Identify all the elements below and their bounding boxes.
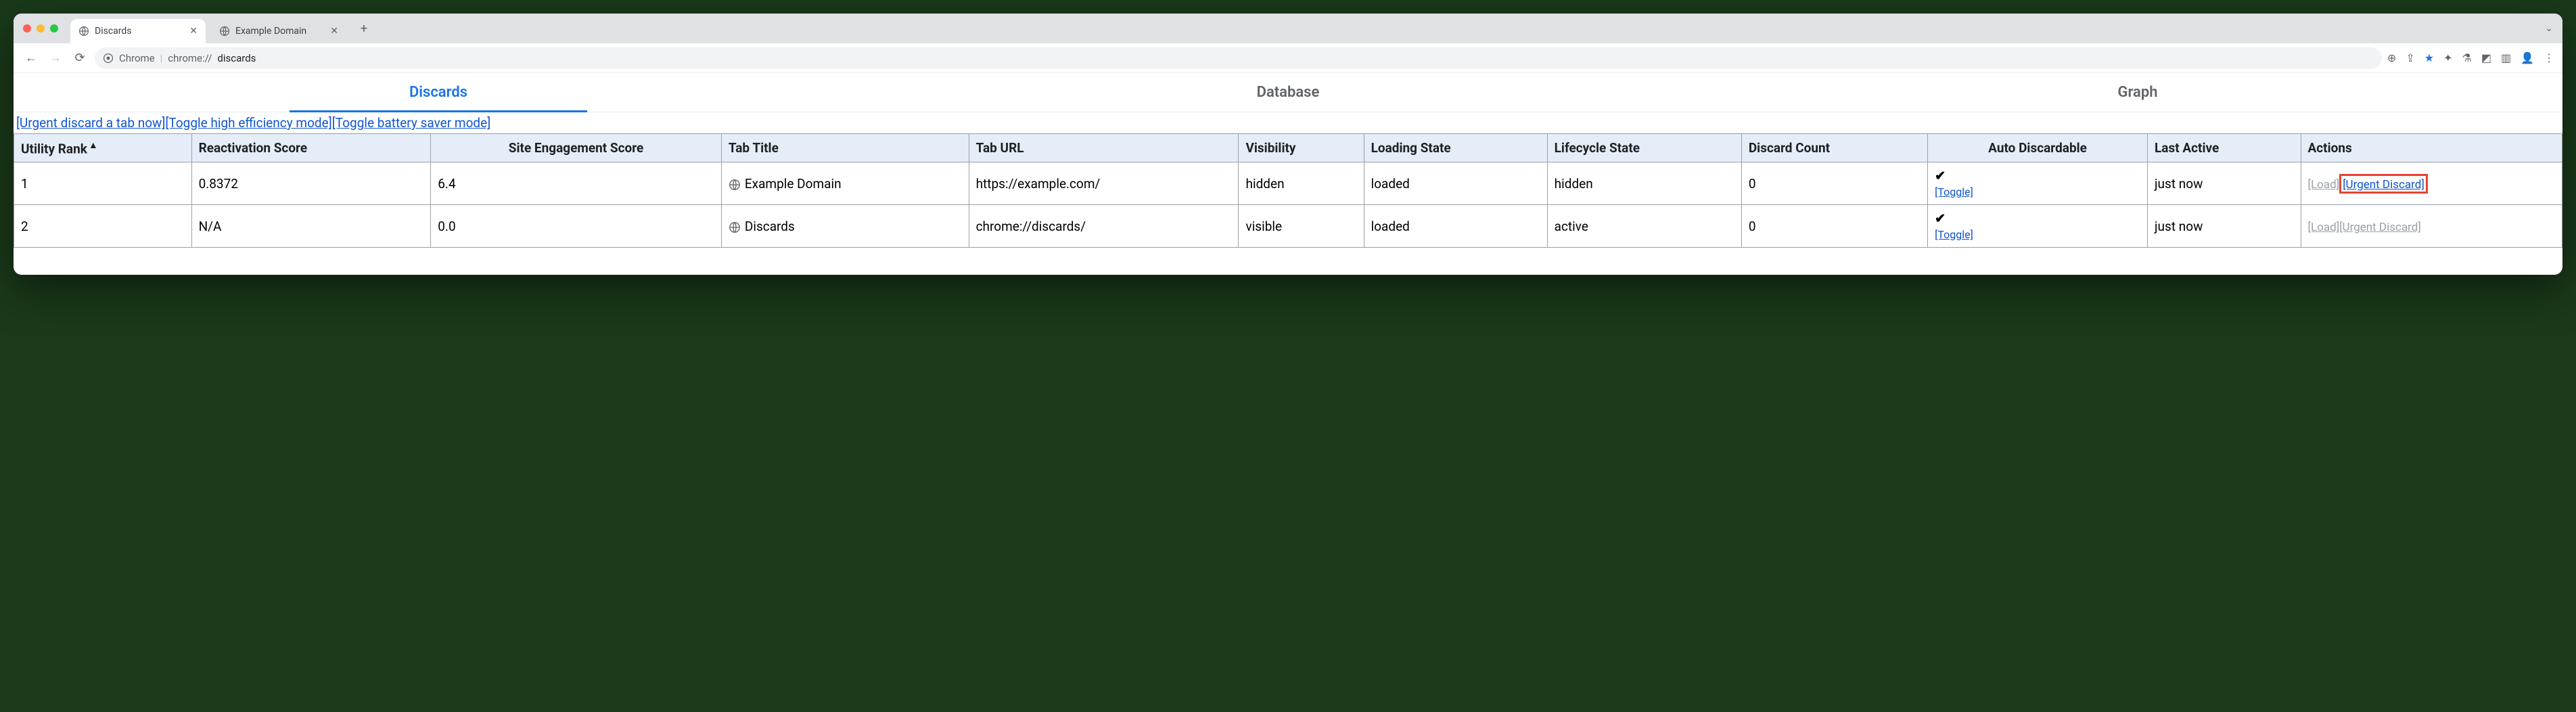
labs-icon[interactable]: ⚗ — [2462, 51, 2471, 64]
urgent-discard-action[interactable]: [Urgent Discard] — [2343, 178, 2424, 192]
toggle-auto-link[interactable]: [Toggle] — [1935, 185, 1973, 198]
address-bar[interactable]: Chrome | chrome:// discards — [95, 47, 2382, 69]
col-visibility[interactable]: Visibility — [1239, 134, 1364, 162]
col-engagement[interactable]: Site Engagement Score — [431, 134, 722, 162]
cell-reactivation: N/A — [191, 205, 431, 248]
page-content: Discards Database Graph [Urgent discard … — [14, 73, 2562, 275]
cell-loading: loaded — [1364, 162, 1547, 205]
tab-title: Example Domain — [235, 26, 306, 37]
page-tabs: Discards Database Graph — [14, 73, 2562, 112]
cell-auto-discardable: ✔ [Toggle] — [1928, 162, 2148, 205]
cell-engagement: 6.4 — [431, 162, 722, 205]
cell-lifecycle: hidden — [1547, 162, 1741, 205]
profile-icon[interactable]: 👤 — [2521, 51, 2534, 64]
globe-icon — [729, 179, 741, 191]
close-window-button[interactable] — [23, 24, 31, 32]
chrome-icon — [103, 53, 114, 64]
cell-tab-title: Discards — [721, 205, 969, 248]
forward-button[interactable]: → — [46, 49, 65, 68]
col-lifecycle[interactable]: Lifecycle State — [1547, 134, 1741, 162]
back-button[interactable]: ← — [22, 49, 41, 68]
sort-indicator-icon: ▲ — [89, 140, 98, 151]
browser-tab-example[interactable]: Example Domain ✕ — [211, 19, 346, 43]
cell-actions: [Load][Urgent Discard] — [2301, 205, 2562, 248]
cast-icon[interactable]: ◩ — [2481, 51, 2491, 64]
toggle-battery-link[interactable]: [Toggle battery saver mode] — [332, 115, 491, 131]
zoom-icon[interactable]: ⊕ — [2387, 51, 2396, 64]
cell-last-active: just now — [2148, 162, 2301, 205]
globe-icon — [729, 221, 741, 233]
side-panel-icon[interactable]: ▥ — [2501, 51, 2511, 64]
close-tab-icon[interactable]: ✕ — [330, 26, 338, 37]
omnibox-prefix: Chrome — [119, 52, 155, 64]
omnibox-path: chrome:// — [168, 52, 212, 64]
cell-tab-title: Example Domain — [721, 162, 969, 205]
tab-title: Discards — [95, 26, 132, 37]
cell-url: https://example.com/ — [969, 162, 1239, 205]
cell-lifecycle: active — [1547, 205, 1741, 248]
cell-visibility: visible — [1239, 205, 1364, 248]
bookmark-star-icon[interactable]: ★ — [2424, 51, 2434, 64]
omnibox-separator: | — [160, 52, 163, 64]
col-discard-count[interactable]: Discard Count — [1741, 134, 1927, 162]
cell-actions: [Load][Urgent Discard] — [2301, 162, 2562, 205]
col-tab-url[interactable]: Tab URL — [969, 134, 1239, 162]
reload-button[interactable]: ⟳ — [70, 49, 89, 68]
col-utility-rank[interactable]: Utility Rank▲ — [14, 134, 192, 162]
new-tab-button[interactable]: + — [354, 19, 373, 38]
tab-database[interactable]: Database — [863, 73, 1713, 112]
cell-rank: 2 — [14, 205, 192, 248]
toolbar-actions: ⊕ ⇪ ★ ✦ ⚗ ◩ ▥ 👤 ⋮ — [2387, 51, 2554, 64]
omnibox-path-strong: discards — [217, 52, 256, 64]
cell-rank: 1 — [14, 162, 192, 205]
col-loading[interactable]: Loading State — [1364, 134, 1547, 162]
cell-discard-count: 0 — [1741, 205, 1927, 248]
check-icon: ✔ — [1935, 210, 2140, 226]
cell-url: chrome://discards/ — [969, 205, 1239, 248]
discards-table: Utility Rank▲ Reactivation Score Site En… — [14, 133, 2562, 248]
tab-discards[interactable]: Discards — [14, 73, 863, 112]
window-titlebar: Discards ✕ Example Domain ✕ + ⌄ — [14, 14, 2562, 43]
table-row: 10.83726.4Example Domainhttps://example.… — [14, 162, 2562, 205]
extensions-icon[interactable]: ✦ — [2443, 51, 2452, 64]
cell-auto-discardable: ✔ [Toggle] — [1928, 205, 2148, 248]
toggle-auto-link[interactable]: [Toggle] — [1935, 228, 1973, 241]
globe-icon — [78, 26, 89, 37]
table-header-row: Utility Rank▲ Reactivation Score Site En… — [14, 134, 2562, 162]
col-actions[interactable]: Actions — [2301, 134, 2562, 162]
cell-discard-count: 0 — [1741, 162, 1927, 205]
table-row: 2N/A0.0Discardschrome://discards/visible… — [14, 205, 2562, 248]
window-controls — [23, 24, 58, 32]
col-last-active[interactable]: Last Active — [2148, 134, 2301, 162]
col-tab-title[interactable]: Tab Title — [721, 134, 969, 162]
menu-icon[interactable]: ⋮ — [2544, 51, 2554, 64]
highlight-box: [Urgent Discard] — [2339, 174, 2428, 194]
load-action: [Load] — [2308, 221, 2340, 234]
top-action-links: [Urgent discard a tab now][Toggle high e… — [14, 112, 2562, 131]
urgent-discard-action: [Urgent Discard] — [2339, 221, 2421, 234]
share-icon[interactable]: ⇪ — [2406, 51, 2414, 64]
minimize-window-button[interactable] — [37, 24, 45, 32]
cell-reactivation: 0.8372 — [191, 162, 431, 205]
tab-list-button[interactable]: ⌄ — [2545, 23, 2553, 34]
browser-window: Discards ✕ Example Domain ✕ + ⌄ ← → ⟳ Ch… — [14, 14, 2562, 275]
toggle-efficiency-link[interactable]: [Toggle high efficiency mode] — [165, 115, 331, 131]
cell-visibility: hidden — [1239, 162, 1364, 205]
browser-toolbar: ← → ⟳ Chrome | chrome:// discards ⊕ ⇪ ★ ✦… — [14, 43, 2562, 73]
close-tab-icon[interactable]: ✕ — [189, 26, 198, 37]
tab-graph[interactable]: Graph — [1713, 73, 2562, 112]
cell-last-active: just now — [2148, 205, 2301, 248]
col-reactivation[interactable]: Reactivation Score — [191, 134, 431, 162]
load-action: [Load] — [2308, 178, 2340, 192]
cell-engagement: 0.0 — [431, 205, 722, 248]
col-auto[interactable]: Auto Discardable — [1928, 134, 2148, 162]
cell-loading: loaded — [1364, 205, 1547, 248]
maximize-window-button[interactable] — [50, 24, 58, 32]
browser-tab-discards[interactable]: Discards ✕ — [70, 19, 206, 43]
globe-icon — [219, 26, 230, 37]
check-icon: ✔ — [1935, 168, 2140, 183]
urgent-discard-link[interactable]: [Urgent discard a tab now] — [16, 115, 165, 131]
